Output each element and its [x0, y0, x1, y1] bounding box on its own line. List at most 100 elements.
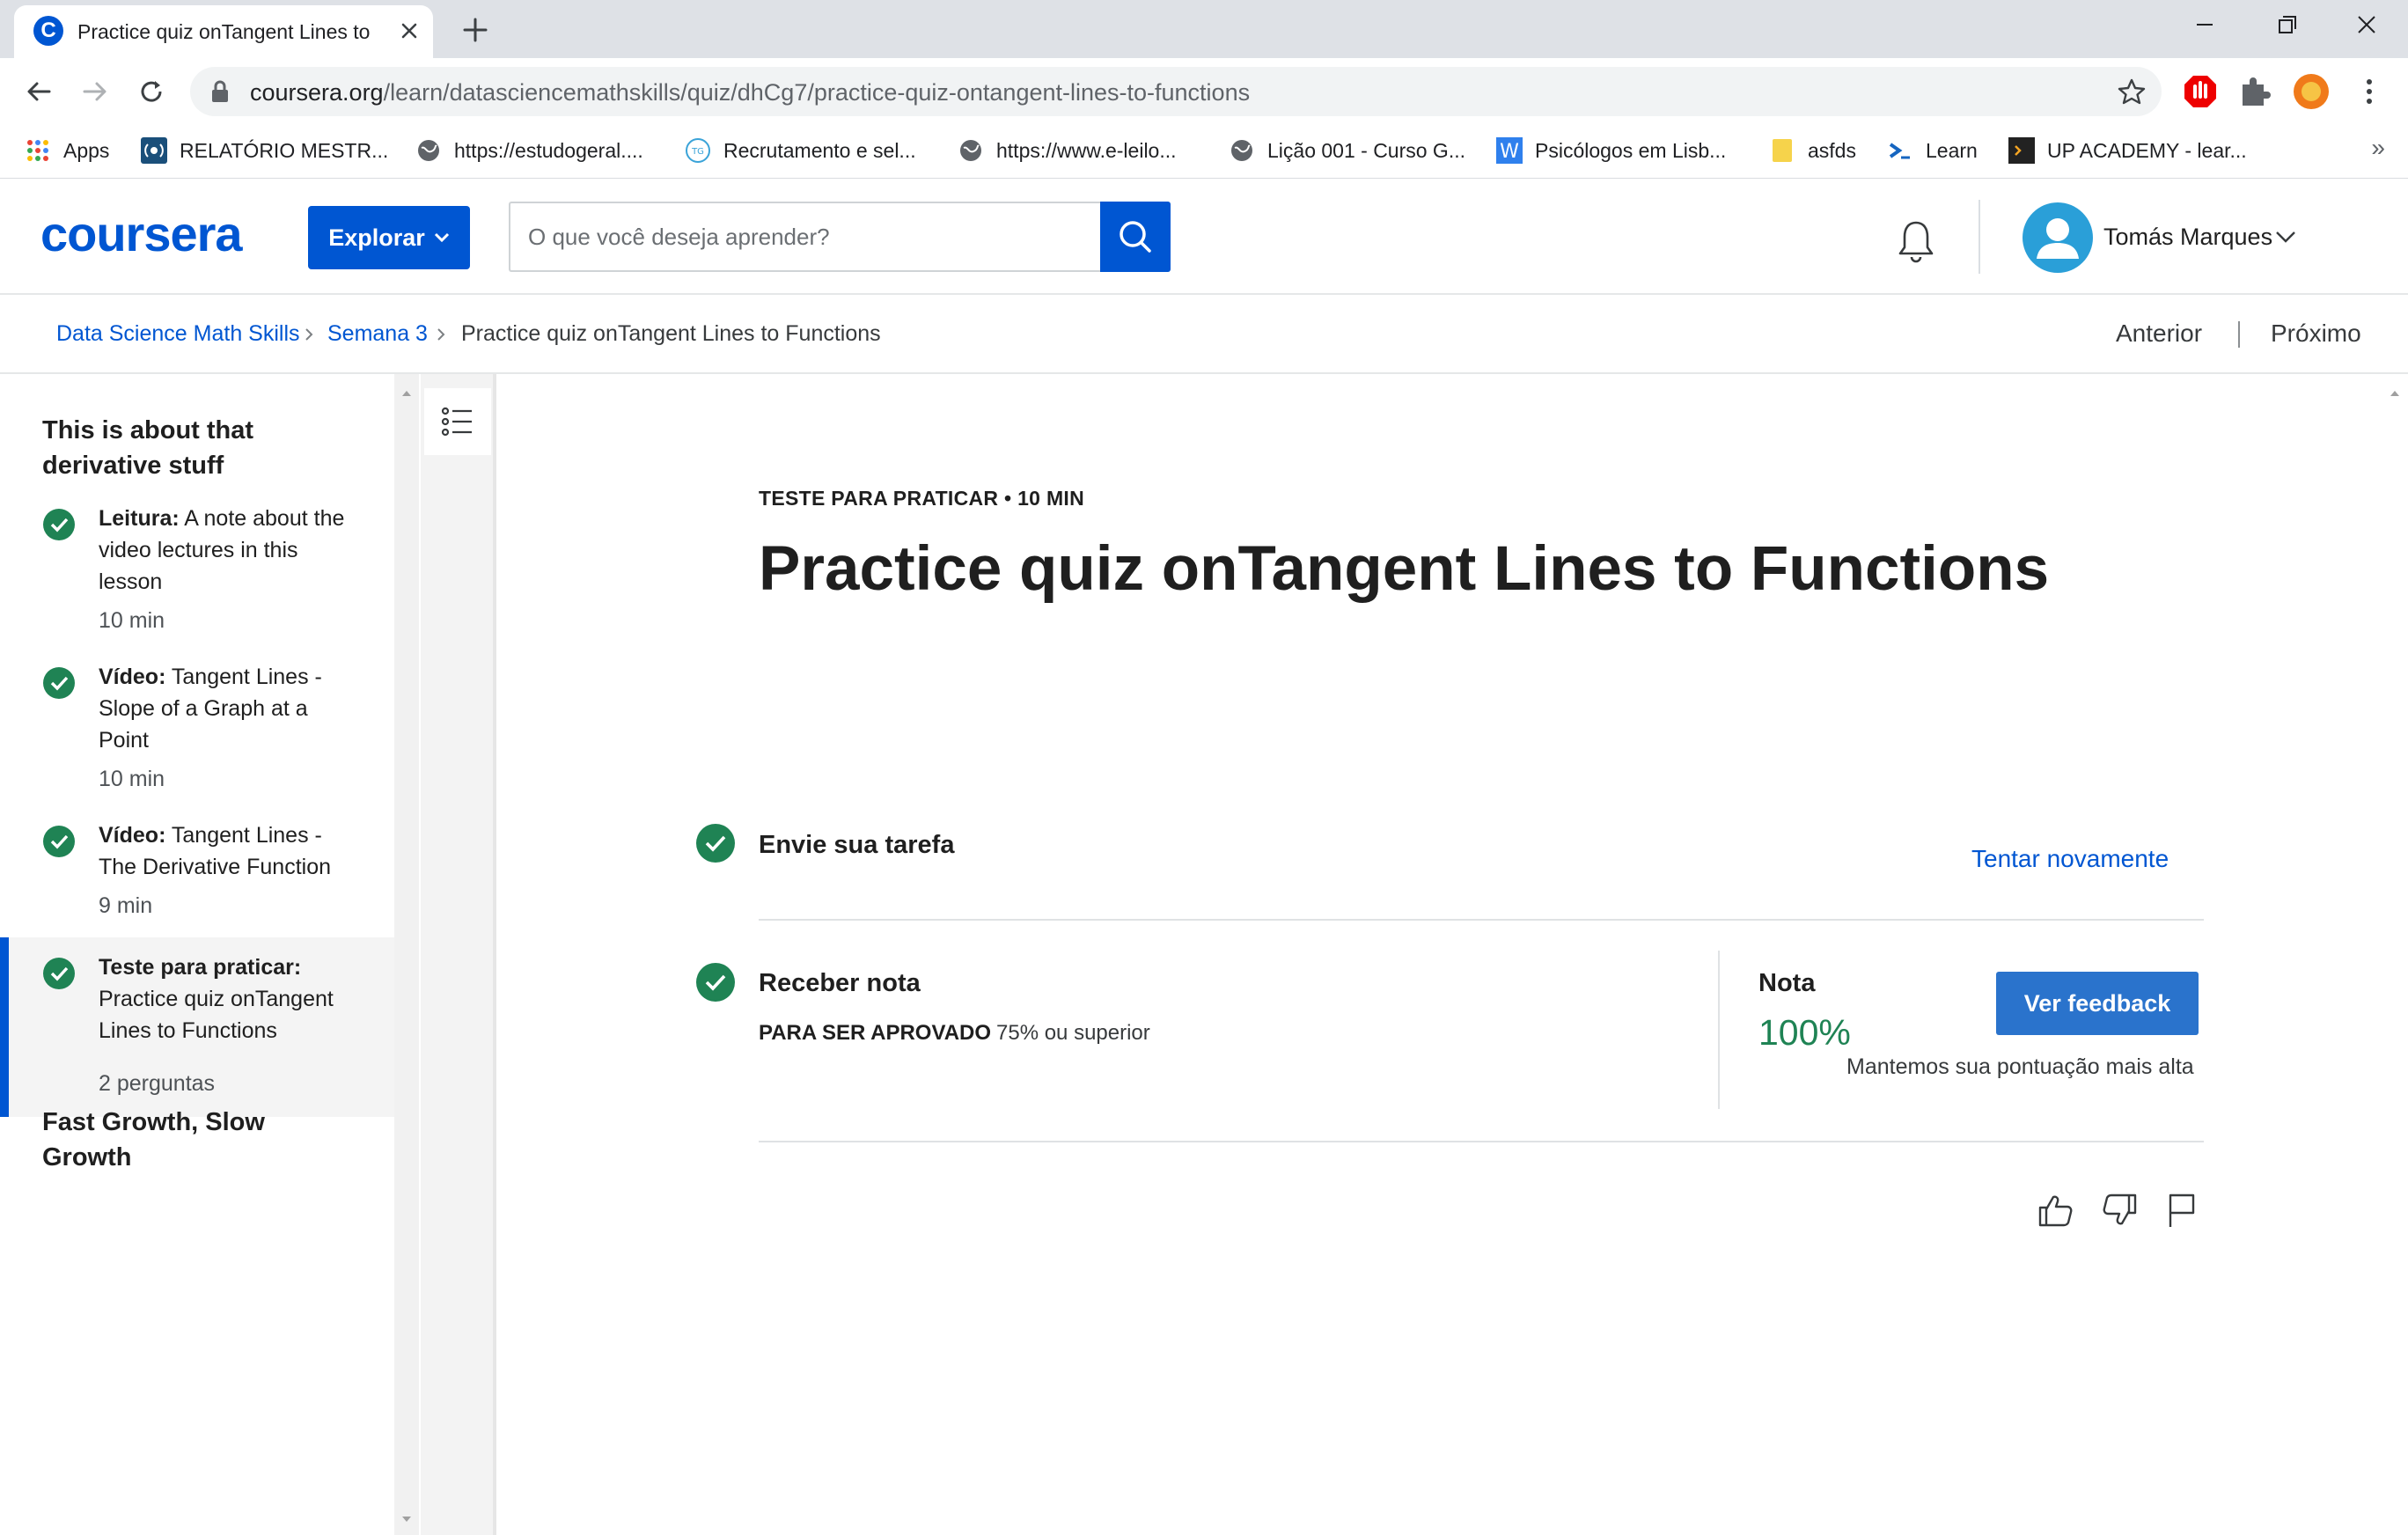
scroll-up-icon[interactable] [2382, 381, 2408, 406]
item-duration: 10 min [99, 608, 165, 633]
breadcrumb-week[interactable]: Semana 3 [327, 321, 428, 347]
tab-title: Practice quiz onTangent Lines to [77, 20, 371, 43]
search-icon [1120, 221, 1151, 253]
adblock-extension-icon[interactable] [2181, 72, 2220, 111]
explore-button[interactable]: Explorar [308, 206, 470, 269]
bookmark-label: Psicólogos em Lisb... [1535, 138, 1727, 162]
check-circle-icon [43, 958, 75, 989]
chevron-down-icon[interactable] [2274, 228, 2297, 246]
bookmark-eleilo[interactable]: https://www.e-leilo... [958, 134, 1177, 167]
bookmark-recrutamento[interactable]: TG Recrutamento e sel... [685, 134, 916, 167]
bookmark-asfds[interactable]: asfds [1769, 134, 1856, 167]
site-header: coursera Explorar O que você deseja apre… [0, 179, 2408, 295]
thumbs-up-icon[interactable] [2035, 1190, 2075, 1230]
lesson-sidebar: This is about that derivative stuff Leit… [0, 374, 394, 1535]
section-divider [759, 919, 2204, 921]
back-icon[interactable] [21, 74, 56, 109]
breadcrumb-course[interactable]: Data Science Math Skills [56, 321, 300, 347]
submit-step-title: Envie sua tarefa [759, 831, 955, 859]
item-title: Practice quiz onTangent Lines to Functio… [99, 987, 334, 1043]
bookmark-label: https://www.e-leilo... [996, 138, 1177, 162]
extensions-puzzle-icon[interactable] [2235, 72, 2274, 111]
bookmarks-bar: Apps RELATÓRIO MESTR... https://estudoge… [0, 125, 2408, 179]
check-circle-icon [696, 824, 735, 863]
main-scrollbar[interactable] [2382, 374, 2408, 1535]
browser-tab-strip: C Practice quiz onTangent Lines to [0, 0, 2408, 58]
header-divider [1979, 200, 1980, 274]
restore-icon[interactable] [2246, 0, 2325, 51]
bookmark-label: Recrutamento e sel... [723, 138, 916, 162]
close-window-icon[interactable] [2327, 0, 2406, 51]
scroll-down-icon[interactable] [394, 1507, 419, 1531]
sidebar-item-video-2[interactable]: Vídeo: Tangent Lines - The Derivative Fu… [0, 819, 394, 937]
avatar[interactable] [2023, 202, 2093, 273]
bookmark-label: asfds [1808, 138, 1856, 162]
user-avatar-icon [2037, 218, 2079, 259]
search-input[interactable]: O que você deseja aprender? [509, 202, 1100, 272]
chevron-right-icon [305, 328, 313, 341]
thumbs-down-icon[interactable] [2100, 1190, 2140, 1230]
sidebar-item-label: Leitura: A note about the video lectures… [99, 503, 363, 598]
next-section-title[interactable]: Fast Growth, Slow Growth [42, 1105, 359, 1175]
next-link[interactable]: Próximo [2271, 319, 2361, 348]
pager-divider [2238, 321, 2240, 348]
page-title: Practice quiz onTangent Lines to Functio… [759, 534, 2050, 604]
sidebar-scrollbar[interactable] [394, 374, 419, 1535]
flag-icon[interactable] [2162, 1190, 2202, 1230]
forward-icon[interactable] [77, 74, 113, 109]
bookmark-psicologos[interactable]: W Psicólogos em Lisb... [1496, 134, 1726, 167]
bookmark-label: UP ACADEMY - lear... [2047, 138, 2247, 162]
section-title: This is about that derivative stuff [42, 416, 254, 480]
sidebar-item-label: Teste para praticar: Practice quiz onTan… [99, 951, 363, 1047]
bookmark-apps[interactable]: Apps [25, 134, 109, 167]
new-tab-icon[interactable] [458, 12, 493, 48]
address-bar[interactable]: coursera.org/learn/datasciencemathskills… [190, 67, 2162, 116]
coursera-favicon-icon: C [33, 16, 63, 46]
bookmark-label: Lição 001 - Curso G... [1267, 138, 1465, 162]
bookmark-estudogeral[interactable]: https://estudogeral.... [415, 134, 643, 167]
item-duration: 9 min [99, 893, 153, 918]
sidebar-item-label: Vídeo: Tangent Lines - The Derivative Fu… [99, 819, 363, 883]
view-feedback-button[interactable]: Ver feedback [1996, 972, 2199, 1035]
course-outline-button[interactable] [424, 388, 491, 455]
browser-menu-icon[interactable] [2350, 72, 2389, 111]
bookmark-licao[interactable]: Lição 001 - Curso G... [1229, 134, 1465, 167]
bookmark-learn[interactable]: Learn [1887, 134, 1978, 167]
previous-link[interactable]: Anterior [2116, 319, 2202, 348]
globe-icon [1231, 140, 1252, 161]
user-name[interactable]: Tomás Marques [2103, 224, 2272, 251]
reload-icon[interactable] [134, 74, 169, 109]
bookmark-upacademy[interactable]: UP ACADEMY - lear... [2008, 134, 2247, 167]
sidebar-item-reading[interactable]: Leitura: A note about the video lectures… [0, 503, 394, 652]
url-text: coursera.org/learn/datasciencemathskills… [250, 79, 1250, 106]
up-icon [2008, 137, 2035, 164]
profile-avatar-icon[interactable] [2292, 72, 2331, 111]
close-tab-icon[interactable] [394, 16, 424, 46]
more-bookmarks-icon[interactable]: » [2371, 134, 2385, 162]
note-icon [1773, 139, 1792, 162]
bookmark-star-icon[interactable] [2116, 76, 2147, 107]
search-button[interactable] [1100, 202, 1171, 272]
check-circle-icon [43, 667, 75, 699]
terminal-icon [1889, 143, 1910, 159]
scroll-up-icon[interactable] [394, 381, 419, 406]
apps-grid-icon [27, 140, 48, 161]
podcast-icon [141, 137, 167, 164]
sidebar-item-video-1[interactable]: Vídeo: Tangent Lines - Slope of a Graph … [0, 661, 394, 811]
pass-label: PARA SER APROVADO [759, 1021, 992, 1045]
item-kicker: TESTE PARA PRATICAR • 10 MIN [759, 487, 1084, 510]
coursera-logo[interactable]: coursera [40, 205, 243, 262]
pass-threshold: 75% ou superior [996, 1021, 1150, 1045]
item-duration: 10 min [99, 767, 165, 791]
sidebar-item-practice-quiz[interactable]: Teste para praticar: Practice quiz onTan… [0, 937, 394, 1117]
item-question-count: 2 perguntas [99, 1071, 216, 1096]
item-type: Vídeo: [99, 823, 166, 848]
tg-icon: TG [686, 138, 710, 163]
retry-link[interactable]: Tentar novamente [1971, 845, 2169, 873]
explore-label: Explorar [328, 224, 425, 251]
notifications-bell-icon[interactable] [1894, 217, 1938, 265]
minimize-icon[interactable] [2165, 0, 2244, 51]
browser-tab[interactable]: C Practice quiz onTangent Lines to [14, 5, 433, 58]
check-circle-icon [696, 963, 735, 1002]
bookmark-relatorio[interactable]: RELATÓRIO MESTR... [141, 134, 388, 167]
